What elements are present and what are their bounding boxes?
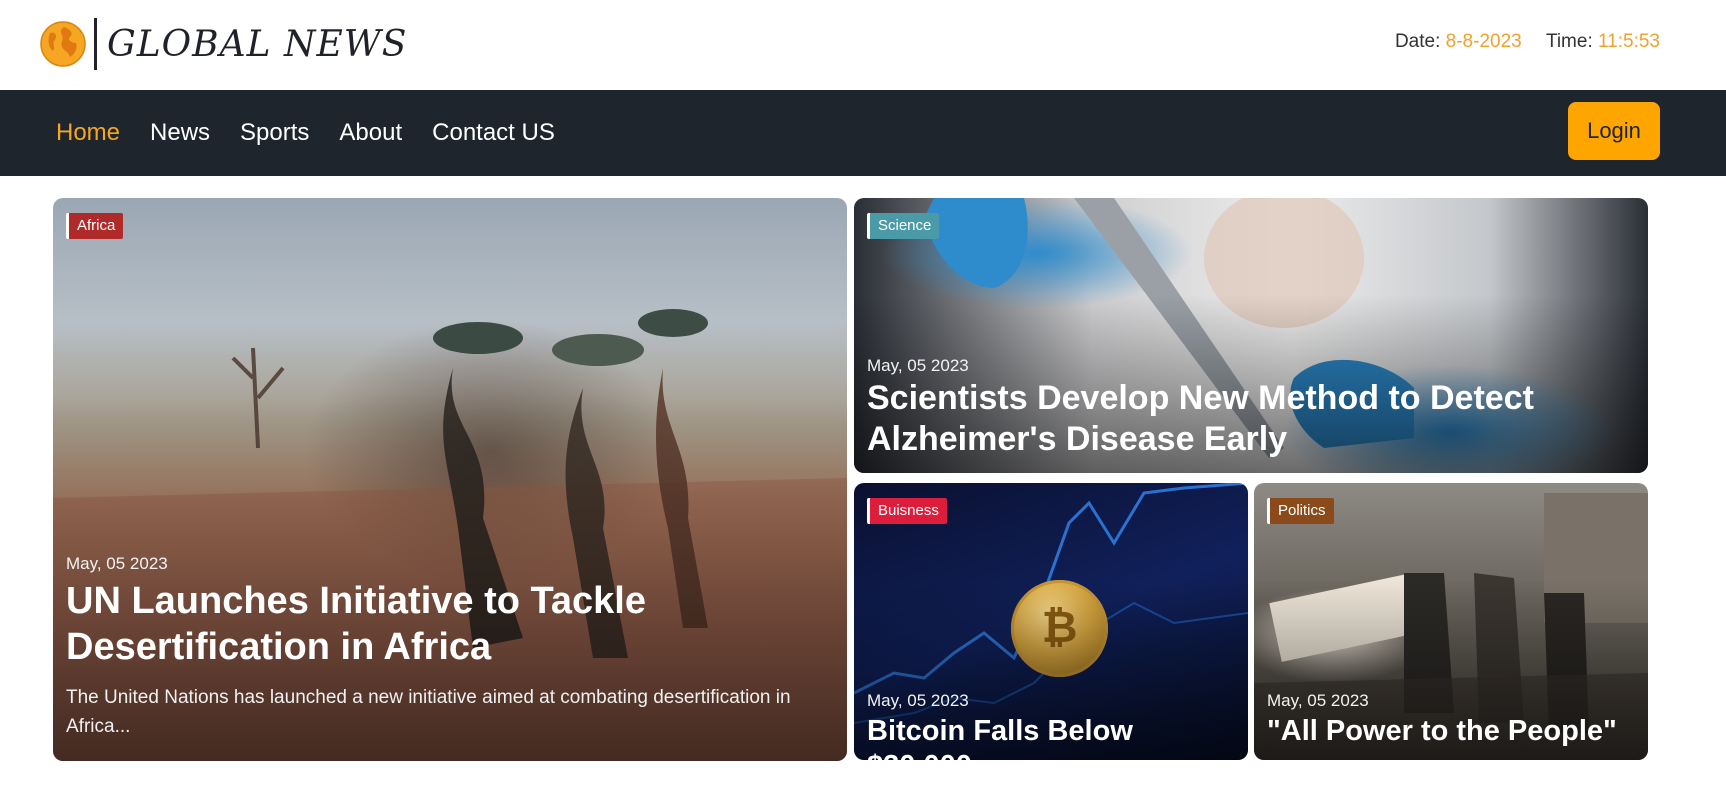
nav-home[interactable]: Home bbox=[56, 119, 120, 147]
date-label: Date: bbox=[1394, 31, 1441, 52]
category-tag[interactable]: Buisness bbox=[867, 498, 947, 524]
article-title[interactable]: UN Launches Initiative to Tackle Deserti… bbox=[66, 579, 833, 670]
nav-news[interactable]: News bbox=[150, 119, 210, 147]
site-header: GLOBAL NEWS Date: 8-8-2023 Time: 11:5:53 bbox=[0, 0, 1726, 90]
nav-sports[interactable]: Sports bbox=[240, 119, 309, 147]
category-tag[interactable]: Politics bbox=[1267, 498, 1334, 524]
category-tag[interactable]: Africa bbox=[66, 213, 124, 239]
article-title[interactable]: Bitcoin Falls Below $30,000 bbox=[867, 714, 1234, 760]
main-navbar: Home News Sports About Contact US Login bbox=[0, 90, 1726, 176]
login-button[interactable]: Login bbox=[1568, 102, 1660, 160]
nav-list: Home News Sports About Contact US bbox=[56, 90, 585, 176]
article-politics[interactable]: Politics May, 05 2023 "All Power to the … bbox=[1254, 483, 1648, 760]
article-title[interactable]: Scientists Develop New Method to Detect … bbox=[867, 378, 1634, 460]
article-business[interactable]: ₿ Buisness May, 05 2023 Bitcoin Falls Be… bbox=[854, 483, 1248, 760]
date-time-display: Date: 8-8-2023 Time: 11:5:53 bbox=[1395, 31, 1660, 53]
article-title[interactable]: "All Power to the People" bbox=[1267, 714, 1634, 749]
article-science[interactable]: Science May, 05 2023 Scientists Develop … bbox=[854, 198, 1648, 473]
featured-article-africa[interactable]: Africa May, 05 2023 UN Launches Initiati… bbox=[53, 198, 847, 761]
image-overlay bbox=[53, 198, 847, 761]
date-value: 8-8-2023 bbox=[1445, 31, 1522, 52]
article-date: May, 05 2023 bbox=[867, 691, 969, 710]
time-label: Time: bbox=[1545, 31, 1593, 52]
article-date: May, 05 2023 bbox=[66, 554, 168, 573]
brand-name: GLOBAL NEWS bbox=[107, 23, 408, 65]
article-excerpt: The United Nations has launched a new in… bbox=[66, 687, 791, 738]
article-date: May, 05 2023 bbox=[867, 356, 969, 375]
time-value: 11:5:53 bbox=[1598, 31, 1660, 52]
brand-logo[interactable]: GLOBAL NEWS bbox=[40, 18, 407, 70]
category-tag[interactable]: Science bbox=[867, 213, 940, 239]
nav-about[interactable]: About bbox=[339, 119, 402, 147]
globe-icon bbox=[40, 21, 86, 67]
nav-contact[interactable]: Contact US bbox=[432, 119, 555, 147]
article-date: May, 05 2023 bbox=[1267, 691, 1369, 710]
brand-divider bbox=[94, 18, 97, 70]
